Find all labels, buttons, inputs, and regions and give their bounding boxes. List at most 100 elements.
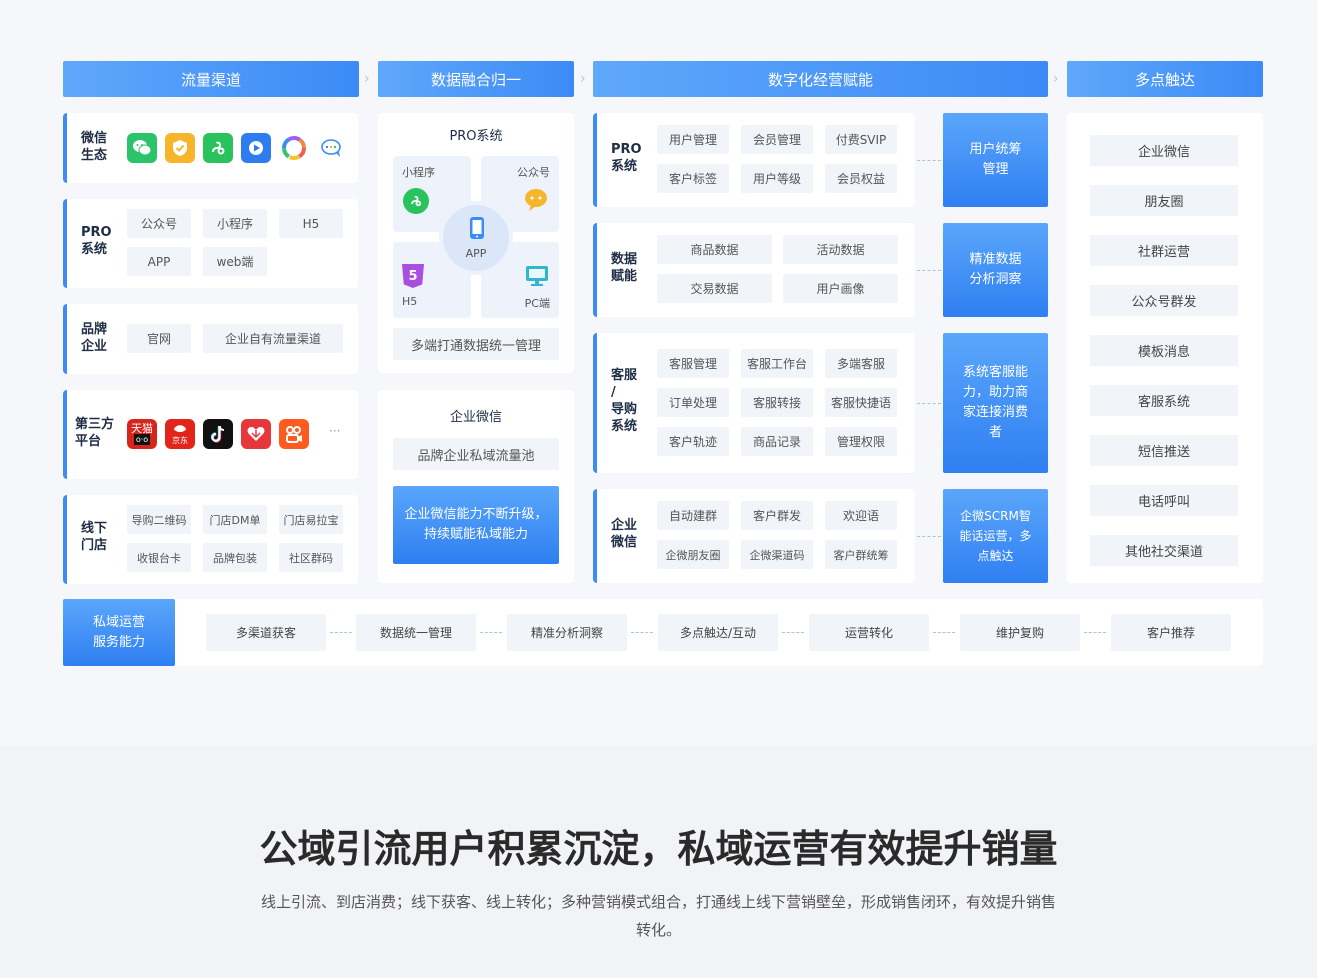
header-data-merge: 数据融合归一 [378, 61, 574, 97]
flow-step: 维护复购 [960, 614, 1080, 651]
tag-store-dm: 门店DM单 [203, 505, 267, 534]
tag-gongzhonghao: 公众号 [127, 209, 191, 238]
flow-step: 精准分析洞察 [507, 614, 627, 651]
chevron-right-icon: › [580, 71, 586, 87]
tag-community-qr: 社区群码 [279, 543, 343, 572]
brand-enterprise-card: 品牌 企业 官网 企业自有流量渠道 [63, 304, 358, 374]
pro-system-card: PRO 系统 公众号 小程序 H5 APP web端 [63, 199, 358, 288]
tag-service-transfer: 客服转接 [741, 388, 813, 417]
header-digital-empower: 数字化经营赋能 [593, 61, 1048, 97]
flow-arrow [933, 632, 955, 633]
flow-arrow [782, 632, 804, 633]
reach-item: 模板消息 [1090, 335, 1238, 366]
third-party-card: 第三方 平台 天猫 o·o 京东 ··· [63, 390, 358, 479]
tag-paid-svip: 付费SVIP [825, 125, 897, 154]
tag-brand-packaging: 品牌包装 [203, 543, 267, 572]
reach-item: 朋友圈 [1090, 185, 1238, 216]
tag-mini-program: 小程序 [203, 209, 267, 238]
tag-quick-reply: 客服快捷语 [825, 388, 897, 417]
bottom-description-line1: 线上引流、到店消费；线下获客、线上转化；多种营销模式组合，打通线上线下营销壁垒，… [260, 893, 1056, 911]
tag-user-mgmt: 用户管理 [657, 125, 729, 154]
offline-store-title: 线下 门店 [81, 521, 108, 553]
chevron-right-icon: › [364, 71, 370, 87]
mini-program-icon [403, 188, 429, 214]
wechat-icon [127, 133, 157, 163]
flow-step: 客户推荐 [1111, 614, 1231, 651]
flow-arrow [330, 632, 352, 633]
unified-data-tag: 多端打通数据统一管理 [393, 328, 559, 360]
enterprise-wechat-panel: 企业微信 品牌企业私域流量池 企业微信能力不断升级，持续赋能私域能力 [378, 390, 574, 583]
tag-welcome-msg: 欢迎语 [825, 501, 897, 530]
tag-guide-qr: 导购二维码 [127, 505, 191, 534]
wechat-chat-icon [317, 133, 347, 163]
private-ops-label: 私域运营 服务能力 [63, 599, 175, 666]
wechat-ecosystem-card: 微信 生态 [63, 113, 358, 183]
scrm-box: 企微SCRM智 能话运营，多 点触达 [943, 489, 1048, 583]
tag-qw-moments: 企微朋友圈 [657, 540, 729, 569]
tag-own-traffic: 企业自有流量渠道 [203, 324, 343, 353]
tag-activity-data: 活动数据 [783, 235, 898, 264]
tag-member-rights: 会员权益 [825, 164, 897, 193]
private-traffic-pool-tag: 品牌企业私域流量池 [393, 438, 559, 470]
tag-customer-label: 客户标签 [657, 164, 729, 193]
connector-line [917, 403, 941, 404]
digital-pro-card: PRO 系统 用户管理 会员管理 付费SVIP 客户标签 用户等级 会员权益 [593, 113, 915, 207]
digital-data-card: 数据 赋能 商品数据 活动数据 交易数据 用户画像 [593, 223, 915, 317]
flow-step: 多渠道获客 [206, 614, 326, 651]
app-center-circle: APP [439, 201, 513, 275]
video-channel-icon [241, 133, 271, 163]
brand-enterprise-title: 品牌 企业 [81, 322, 108, 354]
reach-item: 其他社交渠道 [1090, 535, 1238, 566]
pro-system-panel-title: PRO系统 [449, 129, 503, 144]
pro-system-panel: PRO系统 小程序 公众号 5 H5 PC端 APP 多端打通数据统一管理 [378, 113, 574, 373]
tag-customer-track: 客户轨迹 [657, 427, 729, 456]
mini-program-label: 小程序 [402, 166, 435, 179]
monitor-icon [525, 265, 549, 291]
tag-product-record: 商品记录 [741, 427, 813, 456]
tag-member-mgmt: 会员管理 [741, 125, 813, 154]
tag-transaction-data: 交易数据 [657, 274, 772, 303]
reach-item: 企业微信 [1090, 135, 1238, 166]
tag-web: web端 [203, 247, 267, 276]
tmall-label: 天猫 [131, 422, 153, 435]
tag-group-coordination: 客户群统筹 [825, 540, 897, 569]
app-label: APP [465, 247, 487, 260]
tag-multi-service: 多端客服 [825, 349, 897, 378]
user-management-box: 用户统筹 管理 [943, 113, 1048, 207]
tmall-icon: 天猫 o·o [127, 419, 157, 449]
data-insight-box: 精准数据 分析洞察 [943, 223, 1048, 317]
tag-product-data: 商品数据 [657, 235, 772, 264]
xiaohongshu-icon [241, 419, 271, 449]
kuaishou-icon [279, 419, 309, 449]
digital-data-title: 数据 赋能 [611, 252, 638, 284]
reach-item: 短信推送 [1090, 435, 1238, 466]
connector-line [917, 536, 941, 537]
flow-step: 多点触达/互动 [658, 614, 778, 651]
gongzhonghao-label: 公众号 [517, 166, 550, 179]
header-multi-reach: 多点触达 [1067, 61, 1263, 97]
bottom-headline: 公域引流用户积累沉淀，私域运营有效提升销量 [259, 827, 1058, 871]
html5-icon: 5 [402, 264, 424, 288]
digital-service-title: 客服 / 导购 系统 [611, 368, 638, 434]
enterprise-wechat-panel-title: 企业微信 [449, 410, 502, 425]
reach-item: 客服系统 [1090, 385, 1238, 416]
connector-line [917, 160, 941, 161]
enterprise-wechat-ability-box: 企业微信能力不断升级，持续赋能私域能力 [393, 486, 559, 564]
pc-label: PC端 [524, 297, 550, 310]
third-party-title: 第三方 平台 [75, 417, 115, 449]
reach-item: 公众号群发 [1090, 285, 1238, 316]
digital-qw-title: 企业 微信 [611, 518, 638, 550]
connector-line [917, 270, 941, 271]
reach-item: 社群运营 [1090, 235, 1238, 266]
tag-official-site: 官网 [127, 324, 191, 353]
tag-service-mgmt: 客服管理 [657, 349, 729, 378]
tag-store-banner: 门店易拉宝 [279, 505, 343, 534]
douyin-icon [203, 419, 233, 449]
wechat-pay-icon [165, 133, 195, 163]
offline-store-card: 线下 门店 导购二维码 门店DM单 门店易拉宝 收银台卡 品牌包装 社区群码 [63, 495, 358, 584]
tag-h5: H5 [279, 209, 343, 238]
colorful-circle-icon [279, 133, 309, 163]
digital-pro-title: PRO 系统 [611, 142, 642, 174]
h5-label: H5 [402, 295, 418, 308]
flow-step: 运营转化 [809, 614, 929, 651]
